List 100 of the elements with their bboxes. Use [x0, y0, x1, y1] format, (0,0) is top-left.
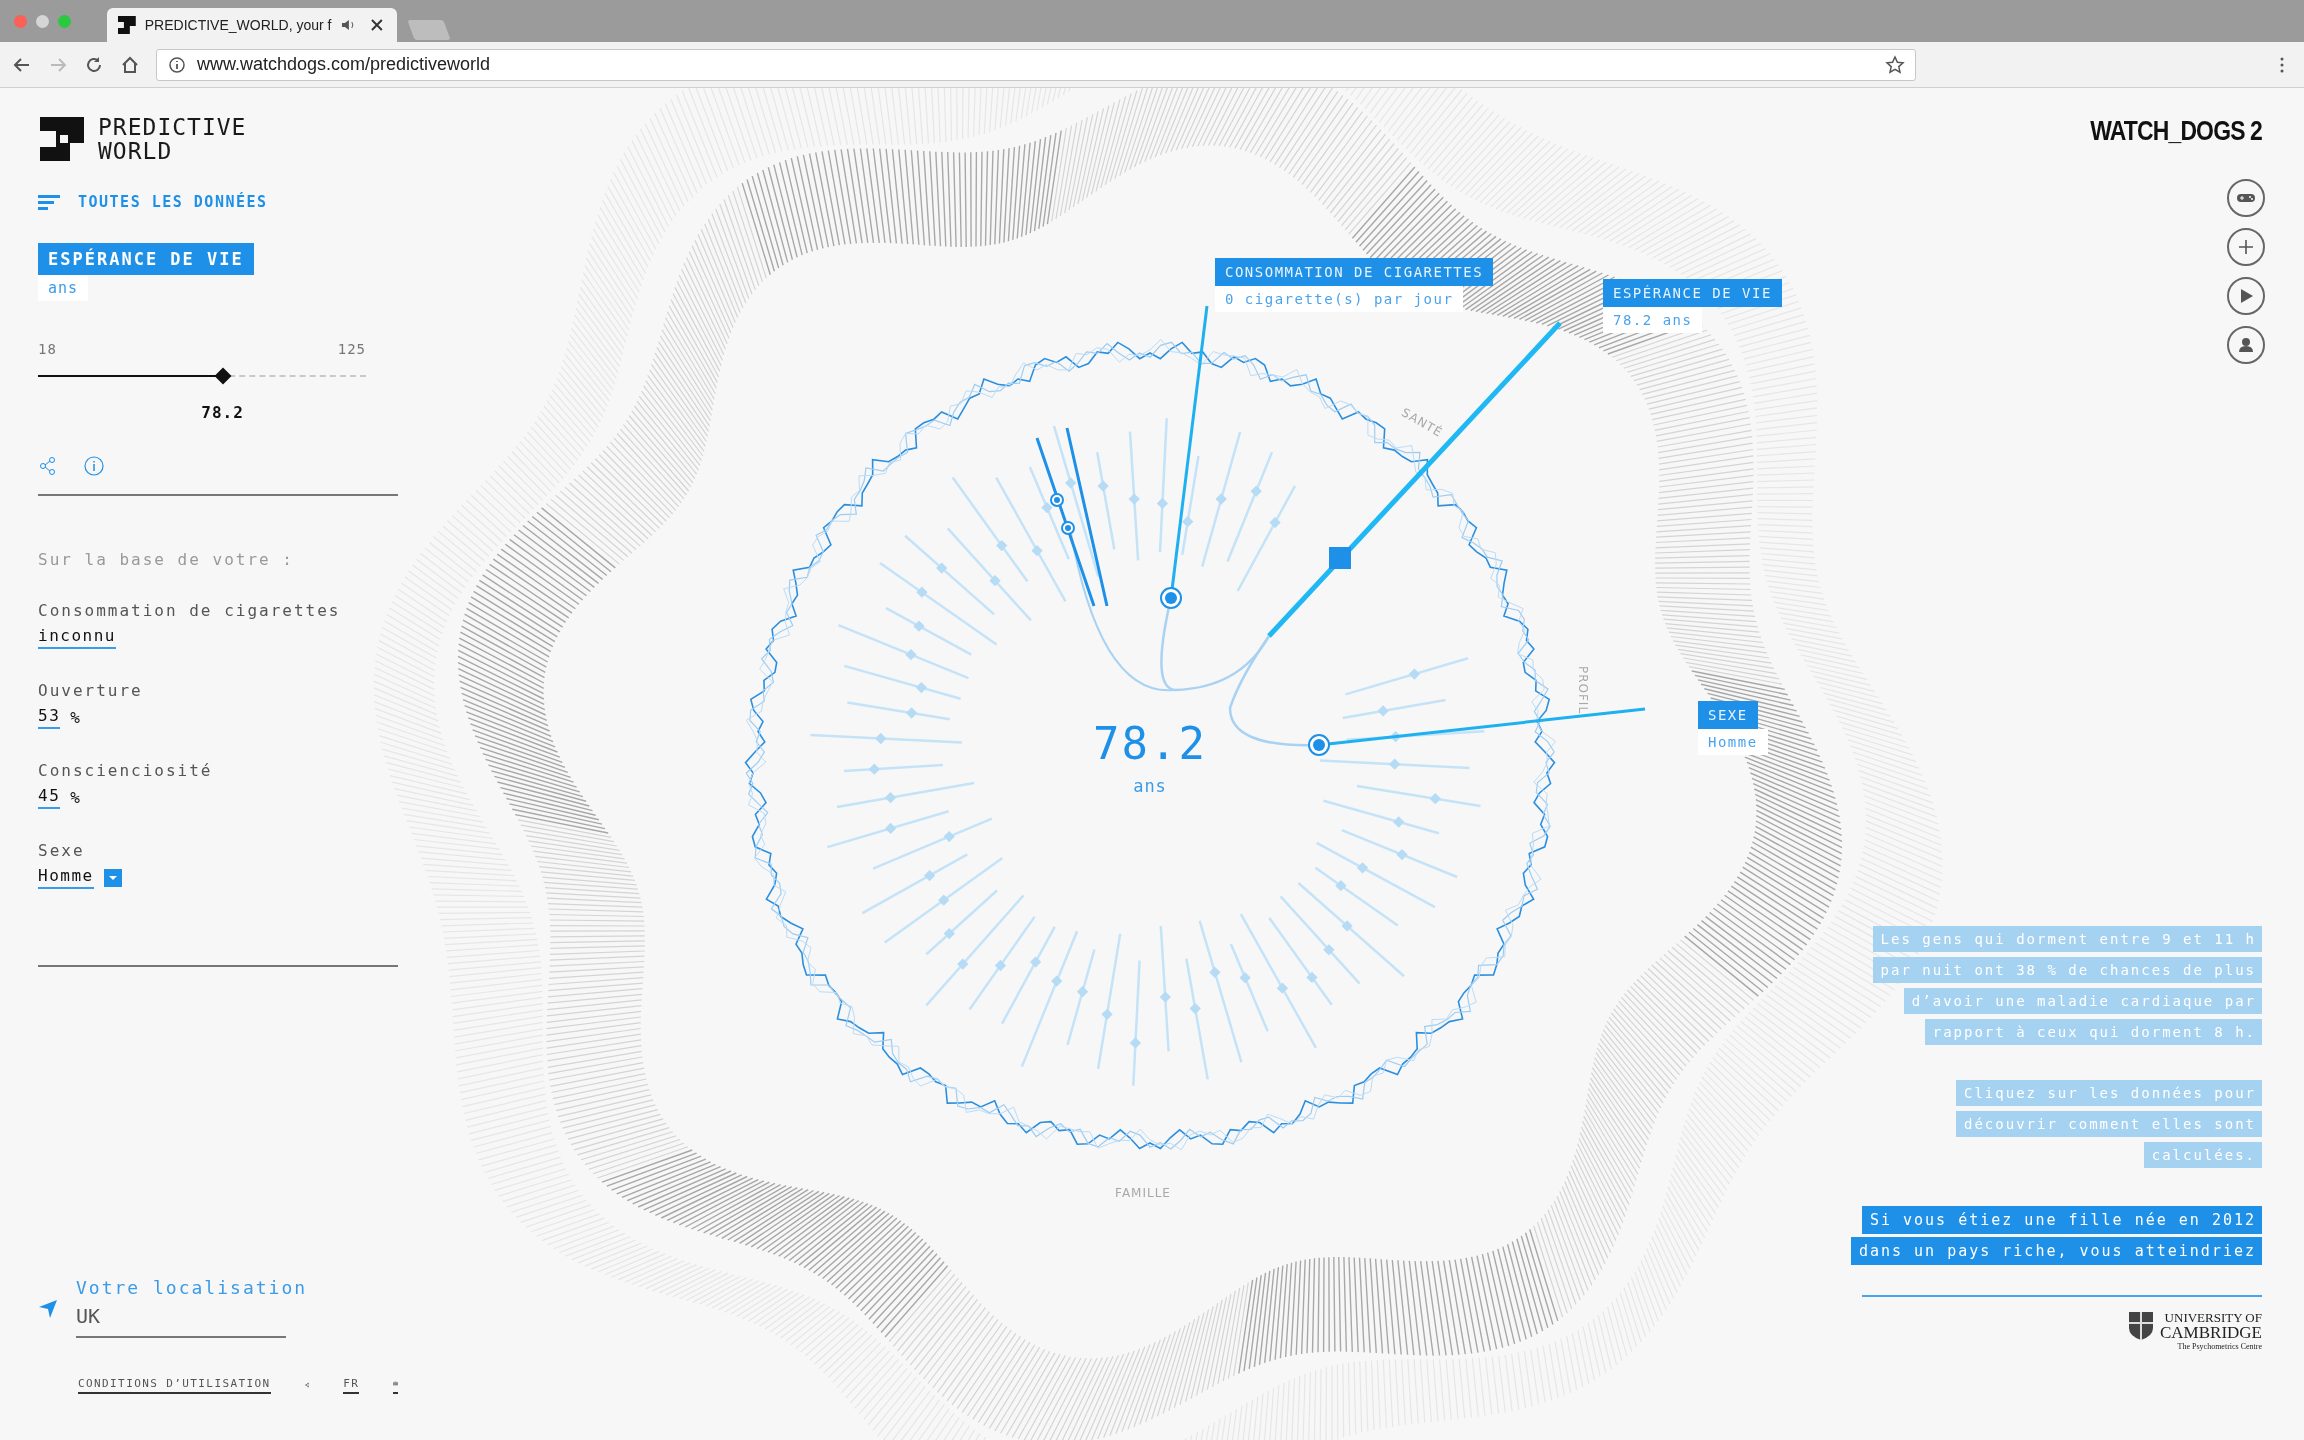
plus-icon — [2236, 237, 2256, 257]
metric-unit: ans — [38, 275, 89, 301]
axis-label: FAMILLE — [1115, 1186, 1171, 1200]
diamond-marker — [1389, 758, 1401, 770]
factor-label: Ouverture — [38, 681, 144, 700]
diamond-marker — [1250, 485, 1262, 497]
brand-logo-icon[interactable] — [38, 115, 86, 163]
diamond-marker — [1306, 971, 1318, 984]
diamond-marker — [868, 763, 880, 775]
factor-value[interactable]: 53 — [38, 706, 61, 729]
diamond-marker — [936, 562, 948, 574]
diamond-marker — [938, 894, 950, 906]
diamond-marker — [913, 620, 925, 632]
diamond-marker — [1097, 480, 1109, 492]
controller-button[interactable] — [2227, 179, 2265, 217]
fact-text: Les gens qui dorment entre 9 et 11 h par nuit ont 38 % de chances de plus d’avoir une maladie cardiaque par rapport à ceux qui dorment 8 h. — [1872, 924, 2262, 1048]
profile-button[interactable] — [2227, 326, 2265, 364]
unit-label: % — [70, 788, 80, 807]
diamond-marker — [1408, 668, 1421, 680]
brand-icon — [117, 15, 137, 35]
factor-value[interactable]: 45 — [38, 786, 61, 809]
center-unit: ans — [1132, 776, 1168, 796]
share-icon[interactable] — [38, 456, 58, 476]
slider-max: 125 — [337, 341, 366, 357]
factor-label: Sexe — [38, 841, 86, 860]
factor-label: Consommation de cigarettes — [38, 601, 342, 620]
diamond-marker — [989, 575, 1001, 587]
diamond-marker — [1182, 516, 1194, 528]
diamond-marker — [905, 707, 918, 719]
diamond-marker — [905, 649, 917, 661]
diamond-marker — [1129, 1037, 1142, 1049]
diamond-marker — [923, 869, 936, 882]
diamond-marker — [916, 586, 928, 598]
metric-title: ESPÉRANCE DE VIE — [38, 243, 254, 275]
person-icon — [2236, 335, 2256, 355]
diamond-marker — [1159, 991, 1171, 1003]
brand-name: PREDICTIVE WORLD — [98, 115, 247, 163]
callout-value: 78.2 ans — [1603, 307, 1703, 333]
location-field[interactable]: UK — [76, 1298, 286, 1338]
diamond-marker — [1335, 880, 1347, 892]
diamond-marker — [1269, 516, 1281, 529]
diamond-marker — [1396, 848, 1408, 861]
diamond-marker — [1076, 986, 1089, 998]
diamond-marker — [1341, 920, 1353, 932]
info-icon[interactable] — [167, 54, 187, 75]
address-bar[interactable]: www.watchdogs.com/predictiveworld — [156, 48, 1916, 81]
callout-value: Homme — [1698, 729, 1768, 755]
play-button[interactable] — [2227, 277, 2265, 315]
diamond-marker — [1215, 493, 1227, 505]
partner-logo-text: UNIVERSITY OF — [2164, 1311, 2262, 1325]
diamond-marker — [1156, 497, 1169, 510]
unit-label: % — [70, 708, 80, 727]
browser-tab[interactable]: PREDICTIVE_WORLD, your f — [107, 8, 397, 42]
diamond-marker — [943, 927, 955, 940]
location-label: Votre localisation — [76, 1277, 308, 1298]
dropdown-value[interactable]: Homme — [38, 866, 94, 889]
callout-value: 0 cigarette(s) par jour — [1215, 286, 1464, 312]
diamond-marker — [1101, 1008, 1113, 1020]
diamond-marker — [943, 830, 955, 843]
node-marker[interactable] — [1050, 493, 1064, 507]
section-heading: Sur la base de votre : — [38, 550, 295, 569]
zoom-in-button[interactable] — [2227, 228, 2265, 266]
star-icon[interactable] — [1885, 54, 1905, 75]
dropdown-icon[interactable] — [103, 868, 122, 887]
diamond-marker — [875, 732, 887, 745]
node-marker[interactable] — [1160, 587, 1182, 609]
partner-logo-text: CAMBRIDGE — [2160, 1325, 2262, 1341]
slider-track[interactable] — [38, 367, 366, 385]
node-marker[interactable] — [1061, 521, 1075, 535]
axis-label: PROFIL — [1576, 665, 1590, 715]
diamond-marker — [1377, 705, 1389, 717]
game-logo[interactable]: WATCH_DOGS 2 — [2090, 116, 2262, 147]
diamond-marker — [1051, 975, 1063, 987]
diamond-marker — [884, 792, 897, 804]
life-expectancy-statement: Si vous étiez une fille née en 2012 dans un pays riche, vous atteindriez — [1850, 1205, 2262, 1267]
diamond-marker — [1323, 944, 1335, 956]
diamond-marker — [1429, 793, 1441, 805]
diamond-marker — [1031, 545, 1043, 557]
slider-min: 18 — [38, 341, 57, 357]
home-icon[interactable] — [120, 54, 140, 75]
diamond-marker — [1356, 862, 1369, 874]
diamond-marker — [1128, 493, 1140, 505]
value-marker[interactable] — [1329, 547, 1351, 569]
diamond-marker — [1041, 501, 1053, 514]
diamond-marker — [1239, 972, 1251, 984]
diamond-marker — [996, 539, 1008, 552]
list-icon — [38, 194, 60, 210]
partner-logo-text: The Psychometrics Centre — [2177, 1341, 2262, 1353]
node-marker[interactable] — [1308, 734, 1330, 756]
center-value: 78.2 — [1092, 718, 1208, 769]
factor-label: Conscienciosité — [38, 761, 214, 780]
terms-link[interactable]: CONDITIONS D’UTILISATION — [78, 1376, 271, 1394]
diamond-marker — [1189, 1002, 1201, 1015]
language-link[interactable]: FR — [343, 1376, 360, 1394]
diamond-marker — [915, 681, 928, 694]
slider-value: 78.2 — [201, 403, 244, 422]
hint-text: Cliquez sur les données pour découvrir comment elles sont calculées. — [1956, 1078, 2262, 1171]
shield-icon — [2128, 1311, 2154, 1341]
location-arrow-icon[interactable] — [38, 1299, 58, 1319]
factor-value[interactable]: inconnu — [38, 626, 116, 649]
